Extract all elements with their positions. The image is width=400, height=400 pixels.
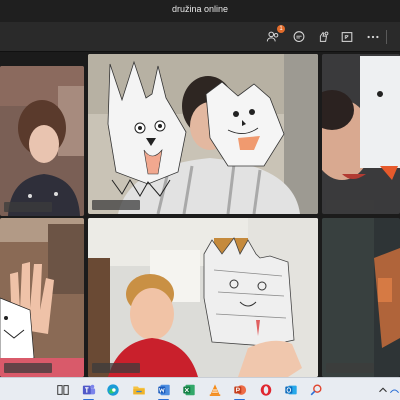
outlook-icon bbox=[284, 385, 297, 394]
reactions-icon bbox=[319, 31, 329, 42]
word-app-button[interactable] bbox=[155, 381, 172, 400]
taskbar bbox=[0, 377, 400, 400]
reactions-button[interactable] bbox=[314, 28, 332, 46]
participant-video bbox=[0, 66, 84, 216]
excel-app-button[interactable] bbox=[180, 381, 197, 398]
share-screen-button[interactable] bbox=[338, 28, 356, 46]
video-tile-6[interactable] bbox=[322, 218, 400, 377]
task-view-button[interactable] bbox=[54, 381, 71, 398]
participant-nameplate bbox=[4, 363, 52, 373]
video-tile-2[interactable] bbox=[88, 54, 318, 214]
video-tile-4[interactable] bbox=[0, 218, 84, 377]
powerpoint-icon bbox=[233, 384, 246, 395]
participant-nameplate bbox=[326, 363, 374, 373]
teams-app-button[interactable] bbox=[80, 381, 97, 400]
edge-app-button[interactable] bbox=[104, 381, 121, 398]
teams-icon bbox=[82, 384, 95, 394]
participant-nameplate bbox=[326, 200, 374, 210]
participant-video bbox=[322, 54, 400, 214]
network-icon bbox=[389, 389, 400, 393]
participants-button[interactable]: 1 bbox=[264, 25, 285, 46]
participant-nameplate bbox=[92, 200, 140, 210]
video-grid bbox=[0, 52, 400, 377]
title-bar: družina online bbox=[0, 0, 400, 22]
video-tile-5[interactable] bbox=[88, 218, 318, 377]
meeting-toolbar: 1 bbox=[0, 22, 400, 52]
more-button[interactable] bbox=[364, 28, 382, 46]
participant-nameplate bbox=[4, 202, 52, 212]
participants-badge: 1 bbox=[277, 25, 285, 33]
more-icon bbox=[367, 35, 379, 39]
participant-nameplate bbox=[92, 363, 140, 373]
file-explorer-icon bbox=[132, 386, 145, 394]
video-tile-3[interactable] bbox=[322, 54, 400, 214]
participant-video bbox=[88, 54, 318, 214]
vlc-app-button[interactable] bbox=[206, 381, 223, 398]
opera-icon bbox=[260, 383, 271, 396]
excel-icon bbox=[182, 384, 195, 395]
word-icon bbox=[157, 384, 170, 395]
edge-icon bbox=[106, 383, 119, 396]
share-screen-icon bbox=[341, 32, 353, 42]
search-app-button[interactable] bbox=[307, 381, 324, 398]
video-tile-1[interactable] bbox=[0, 66, 84, 216]
outlook-app-button[interactable] bbox=[282, 381, 299, 398]
network-button[interactable] bbox=[389, 381, 400, 398]
powerpoint-app-button[interactable] bbox=[231, 381, 248, 400]
participant-video bbox=[88, 218, 318, 377]
vlc-icon bbox=[209, 383, 220, 396]
participant-video bbox=[0, 218, 84, 377]
task-view-icon bbox=[56, 384, 69, 395]
toolbar-divider bbox=[386, 30, 387, 44]
file-explorer-app-button[interactable] bbox=[130, 381, 147, 398]
window-title: družina online bbox=[171, 4, 229, 14]
chat-icon bbox=[293, 31, 305, 42]
chat-button[interactable] bbox=[290, 28, 308, 46]
opera-app-button[interactable] bbox=[257, 381, 274, 398]
search-app-icon bbox=[310, 383, 322, 395]
participant-video bbox=[322, 218, 400, 377]
chevron-up-icon bbox=[378, 386, 387, 392]
